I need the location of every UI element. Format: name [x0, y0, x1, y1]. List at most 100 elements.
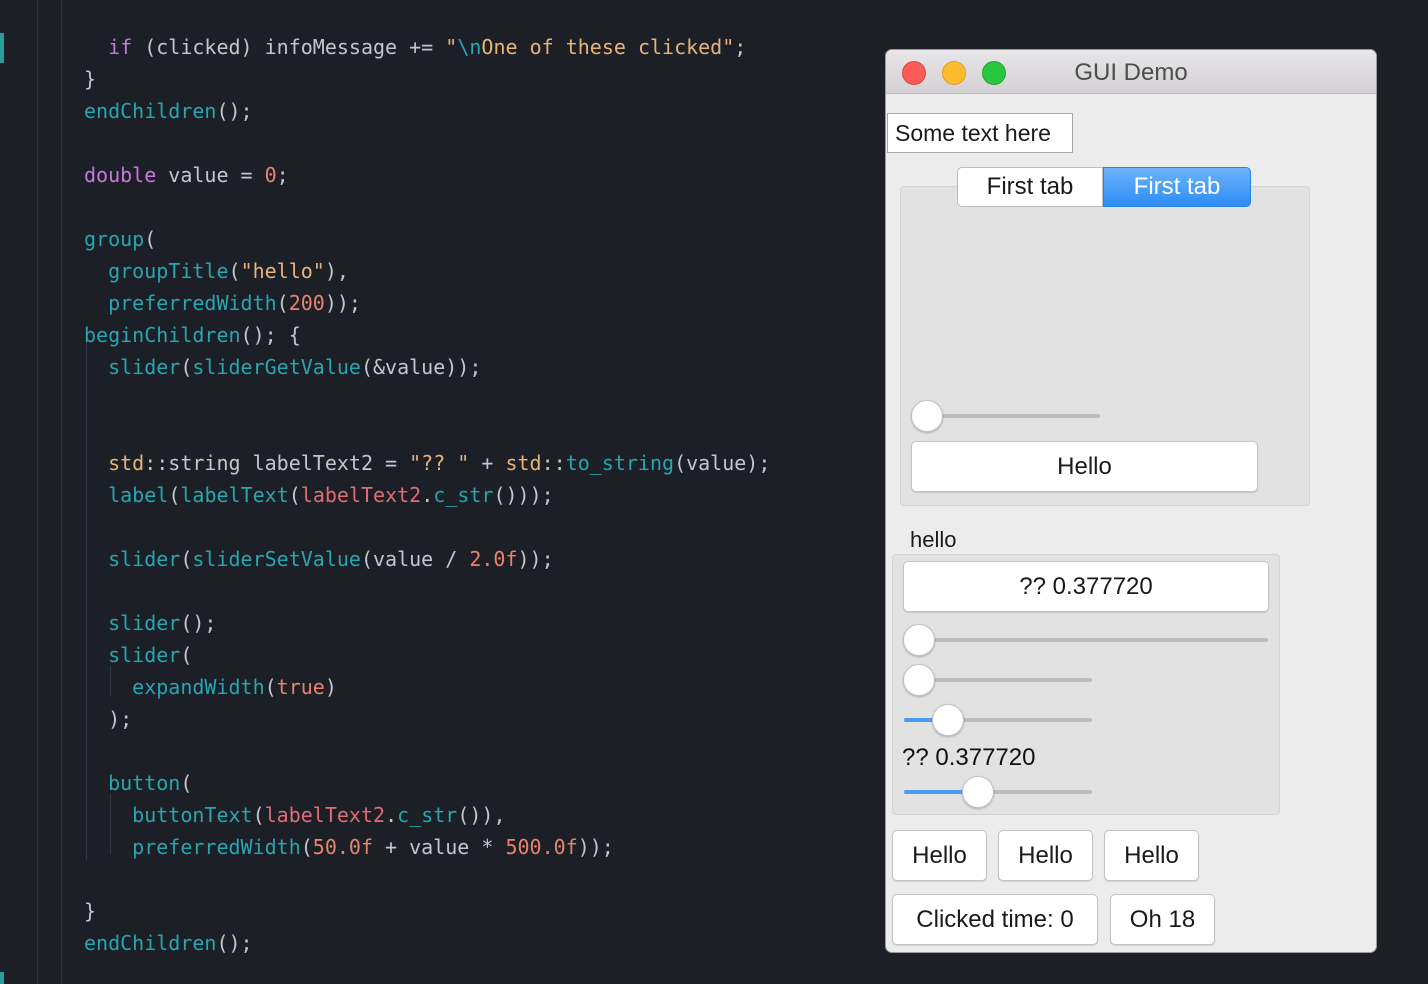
code-token: buttonText: [132, 803, 253, 827]
code-token: (value);: [674, 451, 771, 475]
code-token: (: [180, 547, 193, 571]
code-token: ));: [517, 547, 554, 571]
code-line: preferredWidth(50.0f + value * 500.0f));: [84, 832, 614, 862]
tab-first-selected[interactable]: First tab: [1103, 167, 1251, 207]
code-token: 2.0f: [469, 547, 518, 571]
set-value-slider-knob[interactable]: [932, 704, 964, 736]
indent-divider: [61, 0, 62, 984]
code-token: endChildren: [84, 99, 217, 123]
window-title: GUI Demo: [1074, 59, 1188, 86]
code-token: double: [84, 163, 157, 187]
code-line: slider();: [84, 608, 216, 638]
code-token: 0: [264, 163, 277, 187]
code-token: (: [252, 803, 265, 827]
hello-button-tab[interactable]: Hello: [911, 441, 1258, 492]
code-line: if (clicked) infoMessage += "\nOne of th…: [84, 32, 746, 62]
code-token: ();: [216, 931, 253, 955]
code-line: }: [84, 64, 96, 94]
expanding-slider-track[interactable]: [904, 638, 1268, 642]
slider-knob[interactable]: [903, 664, 935, 696]
hello-button-1[interactable]: Hello: [892, 830, 987, 881]
code-line: double value = 0;: [84, 160, 289, 190]
code-token: (: [180, 355, 193, 379]
code-token: .: [421, 483, 434, 507]
code-token: + value *: [373, 835, 506, 859]
tab-slider-knob[interactable]: [911, 400, 943, 432]
code-line: button(: [84, 768, 192, 798]
code-token: button: [108, 771, 181, 795]
code-token: preferredWidth: [108, 291, 277, 315]
code-token: sliderSetValue: [192, 547, 361, 571]
label-value-button[interactable]: ?? 0.377720: [903, 561, 1269, 612]
code-token: (value /: [360, 547, 470, 571]
code-token: (: [228, 259, 241, 283]
code-token: std: [108, 451, 145, 475]
group-title: hello: [910, 527, 957, 552]
code-token: sliderGetValue: [192, 355, 361, 379]
code-token: ::: [541, 451, 566, 475]
code-token: ;: [276, 163, 289, 187]
code-token: labelText2: [300, 483, 422, 507]
code-token: value =: [156, 163, 265, 187]
code-token: (&value));: [360, 355, 482, 379]
code-token: \n: [457, 35, 482, 59]
code-token: (: [144, 227, 157, 251]
code-token: ": [445, 35, 458, 59]
code-line: }: [84, 896, 96, 926]
clicked-time-button[interactable]: Clicked time: 0: [892, 894, 1098, 945]
code-token: ();: [180, 611, 217, 635]
code-line: endChildren();: [84, 96, 253, 126]
code-token: }: [84, 67, 97, 91]
code-token: slider: [108, 355, 181, 379]
value-label: ?? 0.377720: [902, 744, 1036, 771]
code-token: ()),: [457, 803, 506, 827]
gutter-divider: [37, 0, 38, 984]
code-line: slider(: [84, 640, 192, 670]
value-slider-knob[interactable]: [962, 776, 994, 808]
code-token: label: [108, 483, 169, 507]
code-line: std::string labelText2 = "?? " + std::to…: [84, 448, 770, 478]
window-titlebar[interactable]: GUI Demo: [886, 50, 1376, 94]
hello-button-3[interactable]: Hello: [1104, 830, 1199, 881]
scroll-marker: [0, 972, 4, 984]
tab-first[interactable]: First tab: [957, 167, 1103, 207]
code-token: 50.0f: [312, 835, 374, 859]
hello-button-2[interactable]: Hello: [998, 830, 1093, 881]
code-token: preferredWidth: [132, 835, 301, 859]
code-token: ()));: [493, 483, 554, 507]
expanding-slider-knob[interactable]: [903, 624, 935, 656]
code-token: }: [84, 899, 97, 923]
code-token: slider: [108, 547, 181, 571]
code-token: ();: [216, 99, 253, 123]
code-token: groupTitle: [108, 259, 229, 283]
code-line: slider(sliderSetValue(value / 2.0f));: [84, 544, 554, 574]
code-token: (: [300, 835, 313, 859]
code-token: .: [385, 803, 398, 827]
code-token: group: [84, 227, 145, 251]
code-line: endChildren();: [84, 928, 253, 958]
code-token: (: [288, 483, 301, 507]
code-line: beginChildren(); {: [84, 320, 301, 350]
code-token: ));: [577, 835, 614, 859]
code-token: c_str: [397, 803, 458, 827]
code-line: );: [84, 704, 132, 734]
code-token: c_str: [433, 483, 494, 507]
code-token: 200: [288, 291, 325, 315]
oh-button[interactable]: Oh 18: [1110, 894, 1215, 945]
code-token: std: [505, 451, 542, 475]
text-input-field[interactable]: Some text here: [887, 113, 1073, 153]
code-line: buttonText(labelText2.c_str()),: [84, 800, 506, 830]
code-token: to_string: [565, 451, 675, 475]
code-token: ),: [324, 259, 349, 283]
code-token: endChildren: [84, 931, 217, 955]
code-token: (: [264, 675, 277, 699]
